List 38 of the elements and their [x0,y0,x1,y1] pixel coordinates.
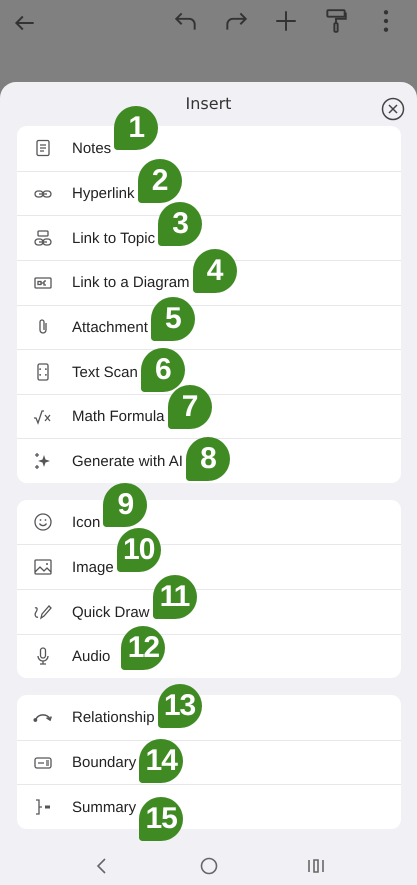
menu-item[interactable]: Link to Topic [72,230,156,247]
menu-item[interactable]: Notes [72,140,112,158]
number-callout: 4 [192,248,237,293]
number-callout: 14 [139,738,184,783]
number-callout: 1 [114,106,158,150]
summary-bracket-icon [33,797,53,818]
number-callout: 8 [186,437,230,482]
sheet-title: Insert [186,93,232,116]
curved-arrow-icon [33,712,53,723]
smiley-icon [33,512,53,532]
menu-item[interactable]: Hyperlink [72,185,135,202]
number-callout: 7 [168,384,212,428]
number-callout: 12 [121,626,166,670]
linked-boxes-icon [33,228,53,248]
number-callout: 3 [158,202,202,246]
menu-item[interactable]: Text Scan [72,364,138,381]
close-button[interactable] [381,96,405,120]
menu-item[interactable]: Relationship [72,709,155,726]
image-icon [33,557,53,578]
menu-item[interactable]: Image [72,559,114,576]
number-callout: 9 [103,483,148,528]
menu-item[interactable]: Quick Draw [72,604,150,621]
number-callout: 11 [152,574,197,619]
menu-item[interactable]: Link to a Diagram [72,274,190,292]
menu-item[interactable]: Icon [72,514,100,531]
number-callout: 10 [116,528,161,572]
menu-item[interactable]: Math Formula [72,408,165,426]
number-callout: 2 [138,158,182,203]
menu-item[interactable]: Generate with AI [72,452,183,470]
number-callout: 6 [140,348,185,392]
menu-item[interactable]: Audio [72,648,110,666]
number-callout: 15 [139,797,184,842]
menu-item[interactable]: Boundary [72,754,136,772]
menu-item[interactable]: Summary [72,799,136,816]
number-callout: 5 [150,297,195,342]
menu-item[interactable]: Attachment [72,319,148,336]
number-callout: 13 [158,684,202,728]
home-icon[interactable] [198,856,218,876]
